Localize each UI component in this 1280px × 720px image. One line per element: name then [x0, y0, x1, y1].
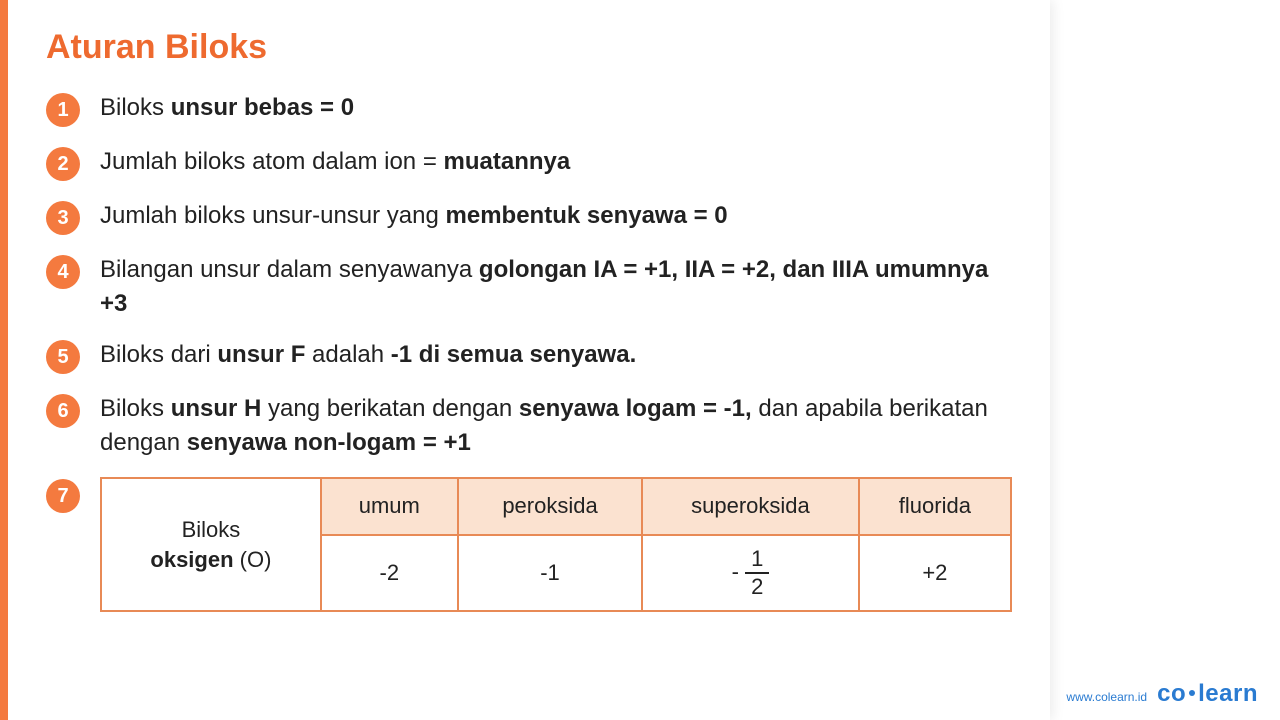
text-segment: Biloks dari: [100, 341, 217, 368]
oxygen-biloks-table: Biloks oksigen (O) umum peroksida supero…: [100, 477, 1012, 612]
col-header: peroksida: [458, 478, 642, 535]
text-bold: oksigen: [150, 547, 233, 572]
slide-page: Aturan Biloks 1 Biloks unsur bebas = 0 2…: [0, 0, 1050, 720]
text-segment: Biloks: [100, 395, 171, 422]
value-cell: +2: [859, 535, 1011, 611]
text-segment: Biloks: [100, 94, 171, 121]
text-segment: Bilangan unsur dalam senyawanya: [100, 256, 479, 283]
fraction-denom: 2: [751, 574, 763, 598]
text-segment: yang berikatan dengan: [261, 395, 519, 422]
text-segment: Jumlah biloks atom dalam ion =: [100, 148, 444, 175]
rule-5: 5 Biloks dari unsur F adalah -1 di semua…: [46, 338, 1012, 374]
rule-number-badge: 7: [46, 479, 80, 513]
dot-icon: [1189, 690, 1195, 696]
text-segment: -: [732, 559, 745, 584]
rule-number-badge: 3: [46, 201, 80, 235]
rule-7: 7 Biloks oksigen (O) umum peroksida supe…: [46, 477, 1012, 612]
value-cell: -2: [321, 535, 458, 611]
rule-text: Jumlah biloks atom dalam ion = muatannya: [100, 145, 1012, 179]
rule-number-badge: 5: [46, 340, 80, 374]
brand-part-b: learn: [1198, 680, 1258, 707]
text-bold: unsur H: [171, 395, 262, 422]
col-header: fluorida: [859, 478, 1011, 535]
text-bold: -1 di semua senyawa.: [391, 341, 636, 368]
col-header: superoksida: [642, 478, 859, 535]
fraction: 12: [745, 548, 769, 598]
text-bold: senyawa non-logam = +1: [187, 429, 471, 456]
brand-part-a: co: [1157, 680, 1186, 707]
footer-brand-area: www.colearn.id colearn: [1066, 680, 1258, 708]
rule-3: 3 Jumlah biloks unsur-unsur yang membent…: [46, 199, 1012, 235]
rule-number-badge: 1: [46, 93, 80, 127]
rule-table-wrap: Biloks oksigen (O) umum peroksida supero…: [100, 477, 1012, 612]
rule-number-badge: 2: [46, 147, 80, 181]
text-bold: muatannya: [444, 148, 571, 175]
col-header: umum: [321, 478, 458, 535]
value-cell: -1: [458, 535, 642, 611]
rule-text: Bilangan unsur dalam senyawanya golongan…: [100, 253, 1012, 320]
text-segment: Biloks: [182, 517, 241, 542]
rule-2: 2 Jumlah biloks atom dalam ion = muatann…: [46, 145, 1012, 181]
rule-number-badge: 6: [46, 394, 80, 428]
rule-text: Biloks unsur H yang berikatan dengan sen…: [100, 392, 1012, 459]
text-bold: senyawa logam = -1,: [519, 395, 752, 422]
rule-text: Biloks unsur bebas = 0: [100, 91, 1012, 125]
rule-text: Jumlah biloks unsur-unsur yang membentuk…: [100, 199, 1012, 233]
table-header-row: Biloks oksigen (O) umum peroksida supero…: [101, 478, 1011, 535]
row-header-cell: Biloks oksigen (O): [101, 478, 321, 611]
fraction-numer: 1: [745, 548, 769, 574]
rules-list: 1 Biloks unsur bebas = 0 2 Jumlah biloks…: [46, 91, 1012, 612]
page-title: Aturan Biloks: [46, 28, 1012, 67]
text-bold: membentuk senyawa = 0: [446, 202, 728, 229]
rule-1: 1 Biloks unsur bebas = 0: [46, 91, 1012, 127]
rule-6: 6 Biloks unsur H yang berikatan dengan s…: [46, 392, 1012, 459]
text-bold: unsur bebas = 0: [171, 94, 354, 121]
text-bold: unsur F: [217, 341, 305, 368]
rule-number-badge: 4: [46, 255, 80, 289]
text-segment: (O): [234, 547, 272, 572]
rule-4: 4 Bilangan unsur dalam senyawanya golong…: [46, 253, 1012, 320]
text-segment: adalah: [305, 341, 390, 368]
footer-url: www.colearn.id: [1066, 690, 1147, 704]
brand-logo: colearn: [1157, 680, 1258, 708]
text-segment: Jumlah biloks unsur-unsur yang: [100, 202, 446, 229]
value-cell: - 12: [642, 535, 859, 611]
rule-text: Biloks dari unsur F adalah -1 di semua s…: [100, 338, 1012, 372]
